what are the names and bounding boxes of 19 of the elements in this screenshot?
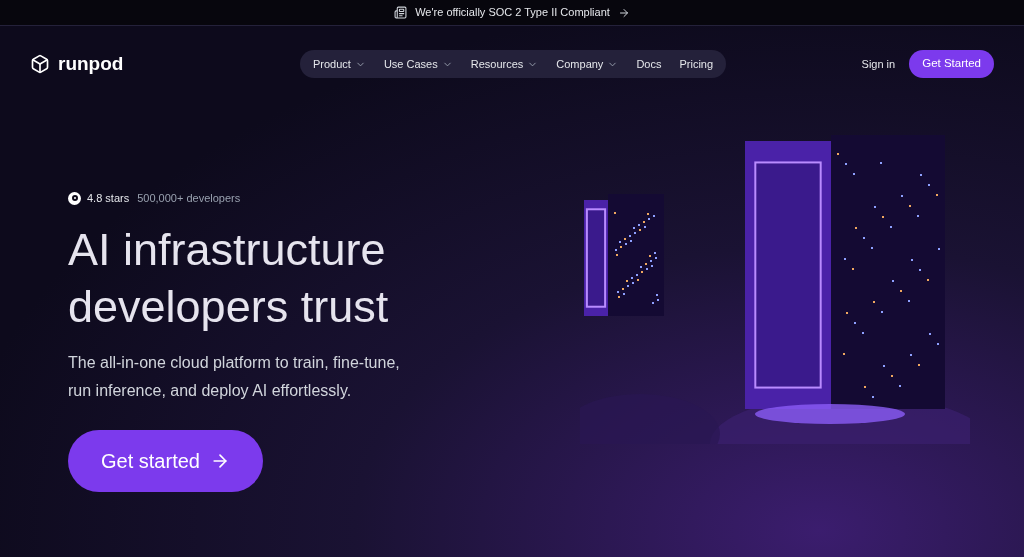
- newspaper-icon: [394, 6, 408, 19]
- logo-text[interactable]: runpod: [58, 49, 124, 79]
- arrow-right-icon: [617, 6, 630, 19]
- nav-item[interactable]: Use Cases: [374, 55, 462, 73]
- hero-title: AI infrastructure: [68, 222, 387, 277]
- sign-in-link[interactable]: Sign in: [861, 55, 896, 73]
- rating-text: 4.8 stars: [87, 191, 130, 206]
- hero-subtitle: The all-in-one cloud platform to train, fine-tune, run inference, and deploy AI effortlessly.: [68, 352, 401, 401]
- cube-logo-icon: [30, 54, 50, 74]
- nav-item[interactable]: Pricing: [670, 55, 723, 73]
- announcement-link[interactable]: We're officially SOC 2 Type II Compliant: [415, 4, 610, 21]
- nav-item[interactable]: Company: [547, 55, 628, 73]
- get-started-hero-button[interactable]: Get started: [68, 429, 263, 492]
- nav-item[interactable]: Docs: [627, 55, 671, 73]
- hero-title: developers trust: [68, 279, 390, 334]
- developers-count: 500,000+ developers: [137, 191, 241, 206]
- nav-item[interactable]: Product: [304, 55, 375, 73]
- nav-item[interactable]: Resources: [461, 55, 548, 73]
- get-started-button[interactable]: Get Started: [909, 50, 994, 78]
